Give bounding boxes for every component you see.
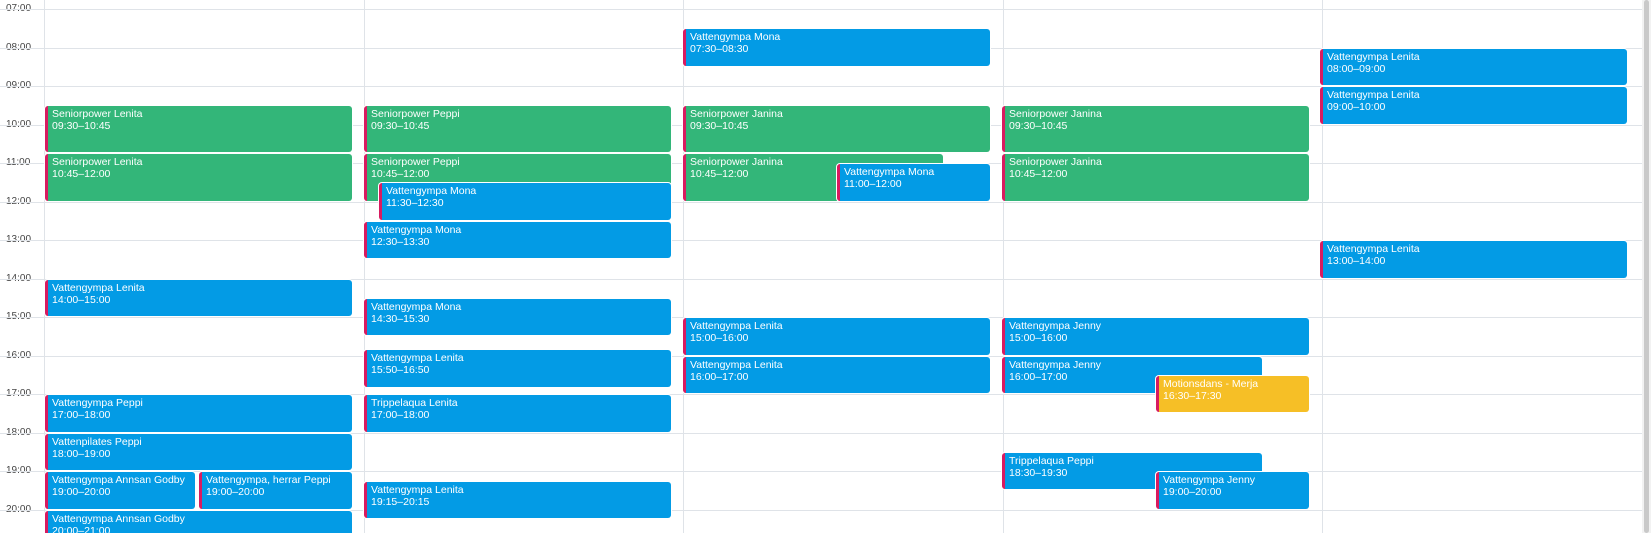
event-time: 19:15–20:15 xyxy=(371,495,430,508)
event-time: 08:00–09:00 xyxy=(1327,62,1386,75)
hour-gridline xyxy=(0,202,1642,203)
event-title: Vattengympa Lenita xyxy=(1327,89,1420,101)
calendar-event[interactable]: Vattengympa Peppi 17:00–18:00 xyxy=(45,395,352,432)
day-column-divider xyxy=(683,0,684,533)
calendar-event[interactable]: Vattengympa Lenita 15:50–16:50 xyxy=(364,350,671,387)
scrollbar-thumb[interactable] xyxy=(1644,0,1649,533)
calendar-event[interactable]: Vattengympa Annsan Godby 19:00–20:00 xyxy=(45,472,195,509)
event-time: 14:30–15:30 xyxy=(371,312,430,325)
calendar-event[interactable]: Trippelaqua Lenita 17:00–18:00 xyxy=(364,395,671,432)
week-calendar-grid: 07:0008:0009:0010:0011:0012:0013:0014:00… xyxy=(0,0,1651,533)
event-time: 17:00–18:00 xyxy=(52,409,111,421)
event-time: 15:50–16:50 xyxy=(371,364,430,377)
calendar-event[interactable]: Vattengympa Lenita 19:15–20:15 xyxy=(364,481,671,519)
calendar-event[interactable]: Seniorpower Janina 09:30–10:45 xyxy=(1002,106,1309,153)
day-column-divider xyxy=(364,0,365,533)
calendar-event[interactable]: Vattengympa Lenita 16:00–17:00 xyxy=(683,356,990,393)
event-title: Vattengympa Mona xyxy=(386,185,477,198)
calendar-event[interactable]: Seniorpower Lenita 09:30–10:45 xyxy=(45,106,352,153)
event-time: 16:30–17:30 xyxy=(1163,389,1222,402)
event-title: Seniorpower Janina xyxy=(690,108,783,121)
event-title: Vattenpilates Peppi xyxy=(52,435,142,448)
event-title: Vattengympa Jenny xyxy=(1163,474,1256,486)
event-title: Vattengympa Jenny xyxy=(1009,358,1102,371)
hour-gridline xyxy=(0,9,1642,10)
event-title: Vattengympa Mona xyxy=(690,31,781,44)
vertical-scrollbar[interactable] xyxy=(1642,0,1651,533)
event-time: 09:30–10:45 xyxy=(690,120,749,133)
event-time: 19:00–20:00 xyxy=(52,486,111,498)
event-time: 16:00–17:00 xyxy=(690,370,749,383)
event-title: Vattengympa Lenita xyxy=(690,320,783,332)
event-title: Trippelaqua Peppi xyxy=(1009,454,1094,467)
event-time: 10:45–12:00 xyxy=(52,168,111,181)
calendar-event[interactable]: Vattengympa Annsan Godby 20:00–21:00 xyxy=(45,510,352,533)
calendar-event[interactable]: Seniorpower Janina 10:45–12:00 xyxy=(1002,154,1309,201)
event-time: 14:00–15:00 xyxy=(52,293,111,306)
calendar-event[interactable]: Seniorpower Peppi 09:30–10:45 xyxy=(364,106,671,153)
calendar-event[interactable]: Vattenpilates Peppi 18:00–19:00 xyxy=(45,433,352,470)
event-time: 12:30–13:30 xyxy=(371,235,430,248)
event-title: Vattengympa Lenita xyxy=(371,352,464,365)
event-title: Vattengympa Annsan Godby xyxy=(52,512,185,525)
event-time: 07:30–08:30 xyxy=(690,43,749,56)
event-time: 09:30–10:45 xyxy=(1009,120,1068,133)
calendar-event[interactable]: Vattengympa Lenita 14:00–15:00 xyxy=(45,279,352,316)
event-title: Vattengympa Peppi xyxy=(52,397,143,409)
event-time: 20:00–21:00 xyxy=(52,524,111,533)
event-title: Motionsdans - Merja xyxy=(1163,377,1259,390)
event-title: Vattengympa, herrar Peppi xyxy=(206,474,331,486)
event-title: Vattengympa Mona xyxy=(371,223,462,236)
event-title: Vattengympa Lenita xyxy=(1327,243,1420,255)
calendar-event[interactable]: Vattengympa Lenita 08:00–09:00 xyxy=(1320,48,1627,85)
calendar-event[interactable]: Motionsdans - Merja 16:30–17:30 xyxy=(1156,375,1309,413)
event-time: 15:00–16:00 xyxy=(690,332,749,344)
event-time: 11:00–12:00 xyxy=(844,178,902,190)
event-time: 15:00–16:00 xyxy=(1009,332,1068,344)
event-title: Vattengympa Lenita xyxy=(371,483,464,496)
event-title: Seniorpower Janina xyxy=(1009,108,1102,121)
event-time: 10:45–12:00 xyxy=(1009,168,1068,181)
event-title: Seniorpower Lenita xyxy=(52,108,143,121)
event-title: Vattengympa Mona xyxy=(371,300,462,313)
calendar-event[interactable]: Vattengympa Mona 14:30–15:30 xyxy=(364,298,671,336)
event-title: Vattengympa Mona xyxy=(844,166,935,178)
calendar-event[interactable]: Vattengympa Mona 11:00–12:00 xyxy=(837,164,990,201)
event-time: 19:00–20:00 xyxy=(1163,486,1222,498)
event-title: Seniorpower Peppi xyxy=(371,156,460,169)
calendar-event[interactable]: Vattengympa Mona 12:30–13:30 xyxy=(364,221,671,259)
event-title: Seniorpower Peppi xyxy=(371,108,460,121)
event-title: Vattengympa Lenita xyxy=(52,281,145,294)
event-time: 09:00–10:00 xyxy=(1327,101,1386,113)
calendar-event[interactable]: Vattengympa Mona 11:30–12:30 xyxy=(379,183,671,220)
event-title: Vattengympa Jenny xyxy=(1009,320,1102,332)
calendar-event[interactable]: Seniorpower Janina 09:30–10:45 xyxy=(683,106,990,153)
calendar-event[interactable]: Vattengympa Lenita 15:00–16:00 xyxy=(683,318,990,355)
calendar-event[interactable]: Vattengympa Jenny 19:00–20:00 xyxy=(1156,472,1309,509)
event-title: Vattengympa Lenita xyxy=(1327,50,1420,63)
calendar-event[interactable]: Vattengympa Mona 07:30–08:30 xyxy=(683,29,990,66)
event-time: 09:30–10:45 xyxy=(52,120,111,133)
event-time: 19:00–20:00 xyxy=(206,486,265,498)
event-title: Seniorpower Janina xyxy=(1009,156,1102,169)
event-time: 13:00–14:00 xyxy=(1327,255,1386,267)
calendar-event[interactable]: Vattengympa Lenita 13:00–14:00 xyxy=(1320,241,1627,278)
calendar-event[interactable]: Vattengympa Lenita 09:00–10:00 xyxy=(1320,87,1627,124)
event-time: 18:00–19:00 xyxy=(52,447,111,460)
event-title: Vattengympa Annsan Godby xyxy=(52,474,185,486)
event-time: 17:00–18:00 xyxy=(371,409,430,421)
calendar-event[interactable]: Vattengympa Jenny 15:00–16:00 xyxy=(1002,318,1309,355)
event-title: Trippelaqua Lenita xyxy=(371,397,458,409)
calendar-event[interactable]: Seniorpower Lenita 10:45–12:00 xyxy=(45,154,352,201)
event-time: 11:30–12:30 xyxy=(386,197,444,210)
event-time: 09:30–10:45 xyxy=(371,120,430,133)
event-title: Seniorpower Lenita xyxy=(52,156,143,169)
event-time: 10:45–12:00 xyxy=(371,168,430,181)
calendar-event[interactable]: Vattengympa, herrar Peppi 19:00–20:00 xyxy=(199,472,352,509)
event-title: Vattengympa Lenita xyxy=(690,358,783,371)
